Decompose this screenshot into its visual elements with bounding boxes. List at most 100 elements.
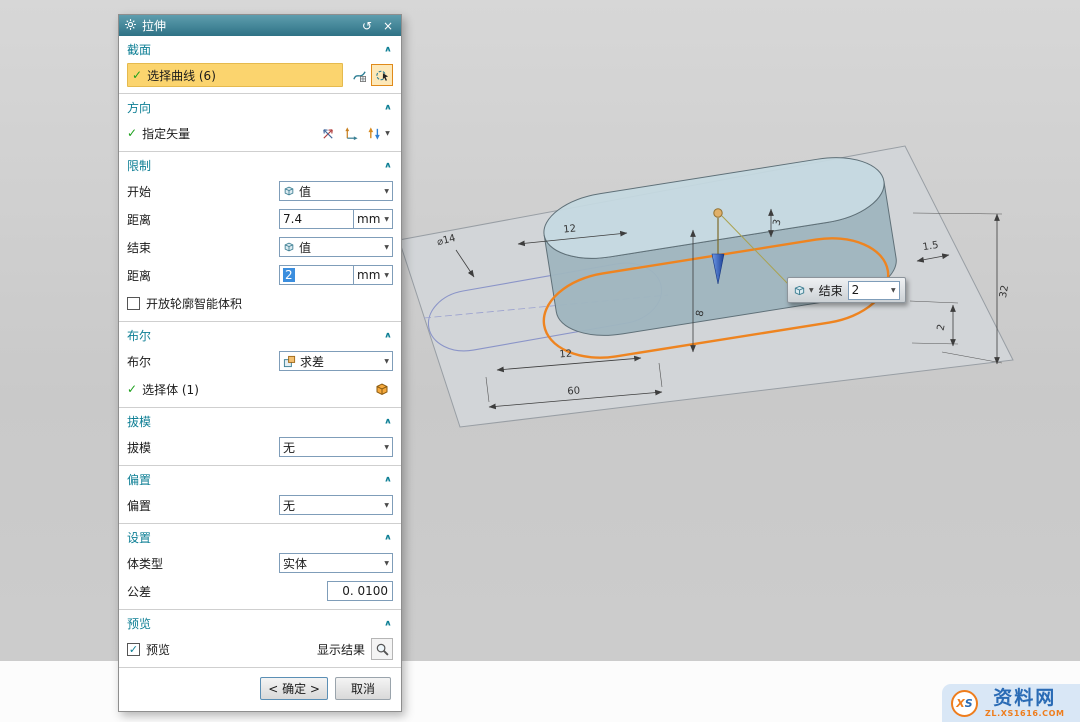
- collapse-icon[interactable]: ∧: [384, 45, 392, 54]
- section-block-boolean: 布尔 ∧ 布尔 求差 ▼ ✓ 选择体 (1): [119, 322, 401, 408]
- preview-checkbox[interactable]: ✓: [127, 643, 140, 656]
- vector-dialog-button[interactable]: [340, 122, 362, 144]
- section-header-label: 方向: [127, 99, 151, 116]
- body-type-label: 体类型: [127, 555, 279, 572]
- open-profile-checkbox[interactable]: [127, 297, 140, 310]
- check-icon: ✓: [132, 68, 142, 82]
- tolerance-input[interactable]: 0. 0100: [327, 581, 393, 601]
- collapse-icon[interactable]: ∧: [384, 619, 392, 628]
- show-result-button[interactable]: [371, 638, 393, 660]
- end-limit-value: 值: [299, 239, 380, 256]
- chevron-down-icon: ▼: [384, 502, 389, 509]
- dialog-title: 拉伸: [142, 17, 166, 34]
- extrude-dialog: 拉伸 ↺ × 截面 ∧ ✓ 选择曲线 (6): [118, 14, 402, 712]
- value-cube-icon: [283, 241, 295, 253]
- svg-text:60: 60: [567, 385, 581, 397]
- end-limit-select[interactable]: 值 ▼: [279, 237, 393, 257]
- section-header-draft[interactable]: 拔模 ∧: [119, 408, 401, 433]
- value-cube-icon: [793, 284, 806, 297]
- start-distance-unit-select[interactable]: mm ▼: [353, 209, 393, 229]
- end-limit-option-dropdown[interactable]: ▼: [793, 284, 814, 297]
- boolean-select[interactable]: 求差 ▼: [279, 351, 393, 371]
- boolean-value: 求差: [300, 353, 380, 370]
- ok-button[interactable]: < 确定 >: [260, 677, 328, 700]
- start-distance-input[interactable]: 7.4: [279, 209, 353, 229]
- onscreen-end-label: 结束: [819, 282, 843, 299]
- section-block-direction: 方向 ∧ ✓ 指定矢量 ▼: [119, 94, 401, 152]
- magnifier-icon: [375, 642, 390, 657]
- section-header-label: 设置: [127, 529, 151, 546]
- end-distance-row: 距离 2 mm ▼: [119, 261, 401, 289]
- dialog-titlebar[interactable]: 拉伸 ↺ ×: [119, 15, 401, 36]
- select-body-row: ✓ 选择体 (1): [119, 375, 401, 403]
- close-button[interactable]: ×: [380, 18, 396, 34]
- reverse-vector-button[interactable]: [317, 122, 339, 144]
- offset-value: 无: [283, 497, 380, 514]
- curve-rule-button[interactable]: [348, 64, 370, 86]
- reverse-direction-button[interactable]: ▼: [363, 122, 393, 144]
- tolerance-row: 公差 0. 0100: [119, 577, 401, 605]
- section-header-label: 预览: [127, 615, 151, 632]
- select-curve-field[interactable]: ✓ 选择曲线 (6): [127, 63, 343, 87]
- collapse-icon[interactable]: ∧: [384, 533, 392, 542]
- svg-text:12: 12: [563, 223, 577, 235]
- gear-icon: [124, 18, 137, 34]
- select-curve-row: ✓ 选择曲线 (6): [119, 61, 401, 89]
- onscreen-end-distance-input[interactable]: 2 ▼: [848, 281, 900, 300]
- subtract-icon: [283, 355, 296, 368]
- watermark-logo-s: S: [965, 697, 973, 710]
- drag-handle-origin[interactable]: [714, 209, 722, 217]
- section-header-label: 拔模: [127, 413, 151, 430]
- select-body-button[interactable]: [371, 378, 393, 400]
- section-header-limits[interactable]: 限制 ∧: [119, 152, 401, 177]
- section-header-settings[interactable]: 设置 ∧: [119, 524, 401, 549]
- selected-text: 2: [283, 268, 295, 282]
- draft-label: 拔模: [127, 439, 279, 456]
- show-result-label: 显示结果: [317, 641, 365, 658]
- specify-vector-label: 指定矢量: [142, 125, 316, 142]
- chevron-down-icon: ▼: [384, 358, 389, 365]
- collapse-icon[interactable]: ∧: [384, 417, 392, 426]
- section-header-section[interactable]: 截面 ∧: [119, 36, 401, 61]
- watermark-url: ZL.XS1616.COM: [985, 710, 1065, 718]
- chevron-down-icon: ▼: [384, 216, 389, 223]
- svg-text:32: 32: [998, 284, 1011, 298]
- draft-row: 拔模 无 ▼: [119, 433, 401, 461]
- section-header-offset[interactable]: 偏置 ∧: [119, 466, 401, 491]
- collapse-icon[interactable]: ∧: [384, 331, 392, 340]
- onscreen-input-toolbar: ▼ 结束 2 ▼: [787, 277, 906, 303]
- open-profile-label: 开放轮廓智能体积: [146, 295, 242, 312]
- section-block-settings: 设置 ∧ 体类型 实体 ▼ 公差 0. 0100: [119, 524, 401, 610]
- reset-button[interactable]: ↺: [359, 18, 375, 34]
- collapse-icon[interactable]: ∧: [384, 475, 392, 484]
- start-distance-label: 距离: [127, 211, 279, 228]
- start-limit-select[interactable]: 值 ▼: [279, 181, 393, 201]
- select-curve-button[interactable]: [371, 64, 393, 86]
- collapse-icon[interactable]: ∧: [384, 103, 392, 112]
- preview-label: 预览: [146, 641, 317, 658]
- section-header-boolean[interactable]: 布尔 ∧: [119, 322, 401, 347]
- application-window: 12 12 60 ⌀14 8 3: [0, 0, 1080, 722]
- collapse-icon[interactable]: ∧: [384, 161, 392, 170]
- start-limit-value: 值: [299, 183, 380, 200]
- chevron-down-icon: ▼: [384, 272, 389, 279]
- select-body-label: 选择体 (1): [142, 381, 370, 398]
- section-header-preview[interactable]: 预览 ∧: [119, 610, 401, 635]
- end-distance-unit-select[interactable]: mm ▼: [353, 265, 393, 285]
- section-header-direction[interactable]: 方向 ∧: [119, 94, 401, 119]
- offset-select[interactable]: 无 ▼: [279, 495, 393, 515]
- cancel-button[interactable]: 取消: [335, 677, 391, 700]
- tolerance-label: 公差: [127, 583, 327, 600]
- solid-body-icon: [374, 381, 390, 397]
- boolean-row: 布尔 求差 ▼: [119, 347, 401, 375]
- section-block-offset: 偏置 ∧ 偏置 无 ▼: [119, 466, 401, 524]
- body-type-row: 体类型 实体 ▼: [119, 549, 401, 577]
- draft-select[interactable]: 无 ▼: [279, 437, 393, 457]
- value-cube-icon: [283, 185, 295, 197]
- draft-value: 无: [283, 439, 380, 456]
- check-icon: ✓: [127, 126, 137, 140]
- section-block-section: 截面 ∧ ✓ 选择曲线 (6): [119, 36, 401, 94]
- end-distance-input[interactable]: 2: [279, 265, 353, 285]
- body-type-select[interactable]: 实体 ▼: [279, 553, 393, 573]
- boolean-label: 布尔: [127, 353, 279, 370]
